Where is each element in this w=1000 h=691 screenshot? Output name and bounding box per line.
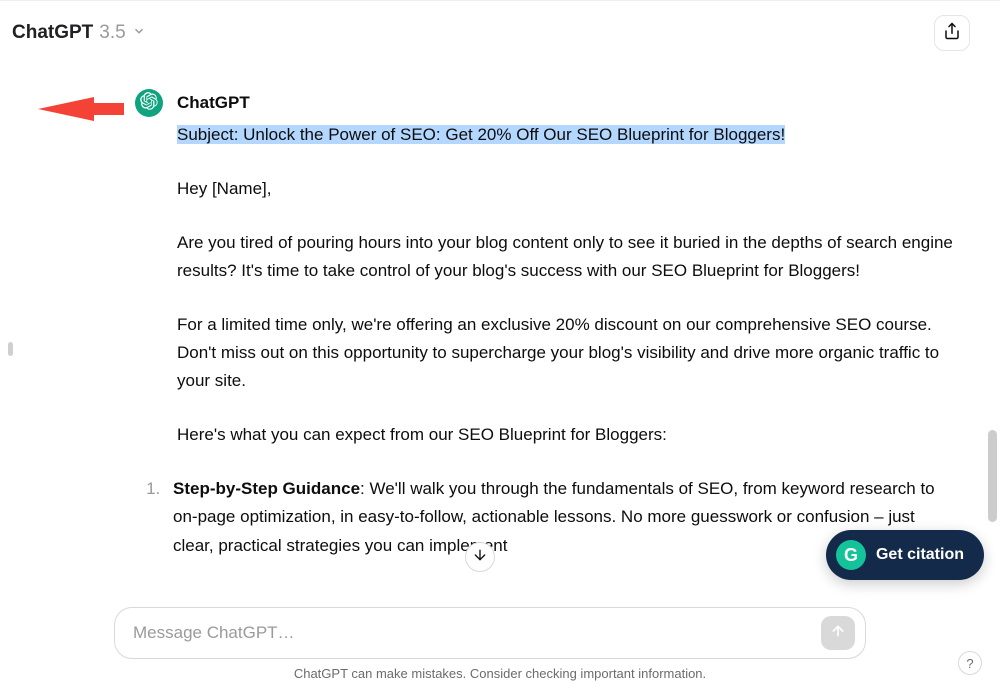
input-placeholder: Message ChatGPT… [133, 623, 295, 642]
grammarly-badge-icon: G [836, 540, 866, 570]
share-icon [943, 22, 961, 45]
help-button[interactable]: ? [958, 651, 982, 675]
share-button[interactable] [934, 15, 970, 51]
message-row: ChatGPT Subject: Unlock the Power of SEO… [135, 65, 960, 572]
paragraph-3: Here's what you can expect from our SEO … [177, 421, 960, 449]
message-input[interactable]: Message ChatGPT… [114, 607, 866, 659]
input-area: Message ChatGPT… [114, 607, 866, 659]
header: ChatGPT 3.5 [0, 0, 1000, 65]
assistant-avatar [135, 89, 163, 117]
model-selector[interactable]: ChatGPT 3.5 [12, 22, 146, 44]
chevron-down-icon [132, 24, 146, 43]
get-citation-button[interactable]: G Get citation [826, 530, 984, 580]
openai-logo-icon [140, 92, 158, 115]
model-name: ChatGPT [12, 22, 93, 44]
send-button[interactable] [821, 616, 855, 650]
model-version: 3.5 [99, 22, 125, 44]
subject-line: Subject: Unlock the Power of SEO: Get 20… [177, 125, 785, 144]
message-body: ChatGPT Subject: Unlock the Power of SEO… [177, 89, 960, 572]
arrow-up-icon [830, 623, 846, 644]
scroll-to-bottom-button[interactable] [465, 542, 495, 572]
chat-content: ChatGPT Subject: Unlock the Power of SEO… [0, 65, 1000, 572]
scrollbar-thumb[interactable] [988, 430, 997, 522]
paragraph-2: For a limited time only, we're offering … [177, 311, 960, 395]
annotation-arrow-icon [38, 92, 124, 131]
disclaimer-text: ChatGPT can make mistakes. Consider chec… [0, 666, 1000, 681]
paragraph-1: Are you tired of pouring hours into your… [177, 229, 960, 285]
arrow-down-icon [472, 547, 488, 568]
greeting: Hey [Name], [177, 175, 960, 203]
citation-label: Get citation [876, 546, 964, 564]
feature-title: Step-by-Step Guidance [173, 479, 360, 498]
author-name: ChatGPT [177, 89, 960, 117]
